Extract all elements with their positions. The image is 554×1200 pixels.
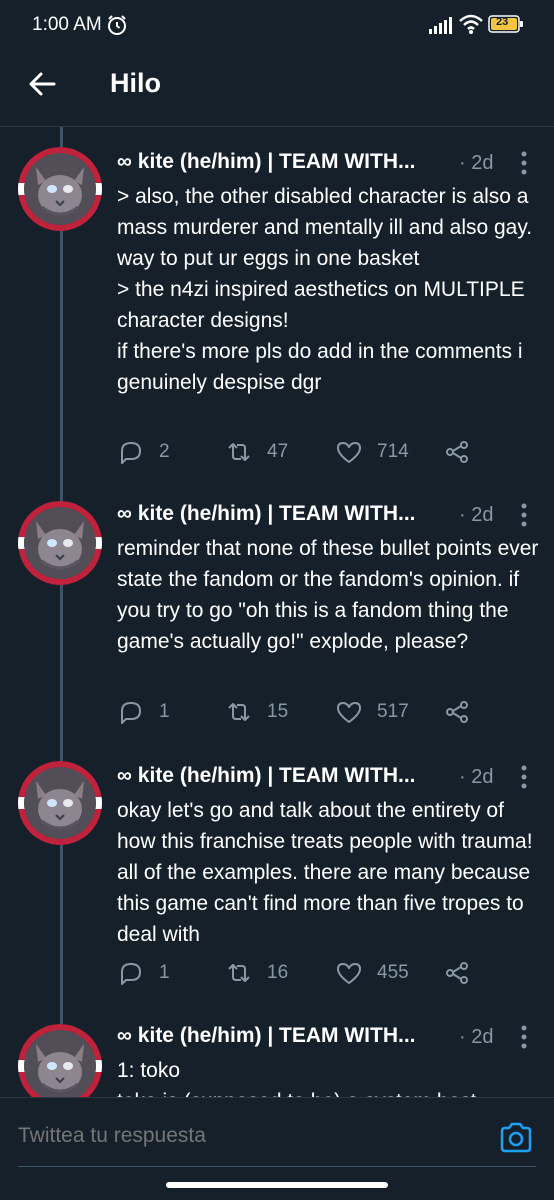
tweet-author[interactable]: ∞ kite (he/him) | TEAM WITH... (117, 764, 416, 788)
reply-button[interactable]: 2 (117, 437, 170, 467)
like-icon (337, 963, 361, 984)
share-button[interactable] (443, 958, 471, 988)
reply-icon (121, 702, 141, 724)
tweet-text: okay let's go and talk about the entiret… (117, 799, 533, 946)
reply-count: 1 (159, 701, 170, 722)
reply-button[interactable]: 1 (117, 958, 170, 988)
home-indicator[interactable] (166, 1182, 388, 1188)
retweet-count: 16 (267, 962, 289, 983)
alarm-icon (108, 15, 126, 35)
retweet-button[interactable]: 16 (225, 958, 288, 988)
avatar[interactable] (18, 147, 102, 231)
reply-bar (0, 1097, 554, 1200)
reply-count: 1 (159, 962, 170, 983)
back-arrow-icon[interactable] (26, 67, 60, 101)
retweet-icon (228, 703, 250, 721)
more-icon[interactable] (518, 502, 530, 528)
like-count: 455 (377, 962, 409, 983)
tweet[interactable]: ∞ kite (he/him) | TEAM WITH... · 2d > al… (0, 150, 554, 470)
reply-count: 2 (159, 441, 170, 462)
battery-level: 23 (496, 16, 509, 28)
retweet-icon (228, 964, 250, 982)
tweet-text: > also, the other disabled character is … (117, 185, 533, 394)
reply-input[interactable] (18, 1124, 478, 1148)
tweet-text: 1: toko toko is (supposed to be) a syste… (117, 1059, 477, 1097)
tweet[interactable]: ∞ kite (he/him) | TEAM WITH... · 2d remi… (0, 502, 554, 742)
reply-icon (121, 442, 141, 464)
like-button[interactable]: 714 (335, 437, 409, 467)
reply-icon (121, 963, 141, 985)
avatar[interactable] (18, 761, 102, 845)
share-icon (446, 701, 468, 723)
like-button[interactable]: 517 (335, 697, 409, 727)
share-button[interactable] (443, 697, 471, 727)
tweet-time: · 2d (459, 1026, 494, 1048)
like-button[interactable]: 455 (335, 958, 409, 988)
retweet-icon (228, 443, 250, 461)
more-icon[interactable] (518, 1024, 530, 1050)
like-icon (337, 702, 361, 723)
like-count: 714 (377, 441, 409, 462)
tweet[interactable]: ∞ kite (he/him) | TEAM WITH... · 2d 1: t… (0, 1024, 554, 1097)
tweet-actions: 1 16 455 (117, 958, 497, 988)
wifi-icon (459, 14, 483, 34)
like-icon (337, 442, 361, 463)
retweet-count: 15 (267, 701, 289, 722)
tweet-time: · 2d (459, 766, 494, 788)
avatar[interactable] (18, 501, 102, 585)
tweet-author[interactable]: ∞ kite (he/him) | TEAM WITH... (117, 1024, 416, 1048)
status-time: 1:00 AM (32, 14, 102, 35)
retweet-count: 47 (267, 441, 289, 462)
tweet-time: · 2d (459, 152, 494, 174)
avatar[interactable] (18, 1024, 102, 1097)
like-count: 517 (377, 701, 409, 722)
tweet-actions: 2 47 714 (117, 437, 497, 467)
tweet-time: · 2d (459, 504, 494, 526)
more-icon[interactable] (518, 150, 530, 176)
share-button[interactable] (443, 437, 471, 467)
tweet-actions: 1 15 517 (117, 697, 497, 727)
reply-divider (18, 1166, 536, 1167)
status-bar: 1:00 AM 23 (0, 0, 554, 50)
camera-icon[interactable] (499, 1122, 533, 1154)
tweet-text: reminder that none of these bullet point… (117, 537, 539, 653)
reply-button[interactable]: 1 (117, 697, 170, 727)
page-title: Hilo (110, 68, 161, 98)
retweet-button[interactable]: 15 (225, 697, 288, 727)
tweet-author[interactable]: ∞ kite (he/him) | TEAM WITH... (117, 150, 416, 174)
share-icon (446, 962, 468, 984)
signal-icon (429, 17, 452, 34)
retweet-button[interactable]: 47 (225, 437, 288, 467)
more-icon[interactable] (518, 764, 530, 790)
tweet-author[interactable]: ∞ kite (he/him) | TEAM WITH... (117, 502, 416, 526)
header: Hilo (0, 50, 554, 127)
share-icon (446, 441, 468, 463)
tweet[interactable]: ∞ kite (he/him) | TEAM WITH... · 2d okay… (0, 764, 554, 1004)
